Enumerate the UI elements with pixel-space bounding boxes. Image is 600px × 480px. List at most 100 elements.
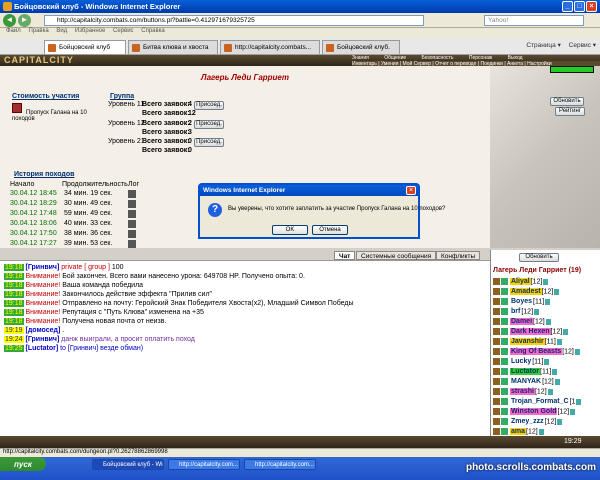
user-name[interactable]: Trojan_Format_C — [510, 398, 570, 405]
menu-file[interactable]: Файл — [6, 28, 21, 34]
info-icon[interactable] — [543, 278, 549, 285]
private-icon[interactable] — [493, 298, 500, 305]
chat-author[interactable]: [Гринвич] — [25, 264, 59, 271]
user-name[interactable]: King Of Beasts — [510, 348, 563, 356]
online-user[interactable]: King Of Beasts[12] — [493, 348, 580, 358]
tab-capitalcity[interactable]: http://capitalcity.combats... — [220, 40, 320, 54]
log-icon[interactable] — [128, 230, 136, 238]
tab-beak-tail[interactable]: Битва клюва и хвоста — [128, 40, 218, 54]
log-icon[interactable] — [128, 200, 136, 208]
user-name[interactable]: Luctator — [510, 368, 540, 376]
menu-edit[interactable]: Правка — [28, 28, 48, 34]
online-user[interactable]: Zmey_zzz[12] — [493, 418, 563, 428]
maximize-button[interactable]: □ — [574, 1, 585, 12]
tools-menu[interactable]: Сервис — [569, 42, 591, 49]
private-icon[interactable] — [493, 288, 500, 295]
user-name[interactable]: Lucky — [510, 358, 532, 365]
online-user[interactable]: Javanshir[11] — [493, 338, 562, 348]
online-user[interactable]: Trojan_Format_C[1 — [493, 398, 582, 408]
user-name[interactable]: Damei — [510, 318, 534, 326]
task-capitalcity-2[interactable]: http://capitalcity.com... — [244, 459, 316, 470]
private-icon[interactable] — [493, 338, 500, 345]
menu-help[interactable]: Справка — [141, 28, 165, 34]
info-icon[interactable] — [538, 428, 544, 435]
user-name[interactable]: brf — [510, 308, 521, 315]
menu-view[interactable]: Вид — [56, 28, 67, 34]
private-icon[interactable] — [493, 328, 500, 335]
join-group-button[interactable]: Присоед. — [194, 101, 224, 110]
user-name[interactable]: Winston Gold — [510, 408, 558, 416]
tab-conflicts[interactable]: Конфликты — [436, 251, 481, 260]
tab-chat[interactable]: Чат — [334, 251, 356, 260]
tab-fight-club[interactable]: Бойцовский клуб — [44, 40, 126, 54]
online-user[interactable]: Winston Gold[12] — [493, 408, 576, 418]
log-icon[interactable] — [128, 220, 136, 228]
info-icon[interactable] — [547, 388, 553, 395]
info-icon[interactable] — [574, 348, 580, 355]
private-icon[interactable] — [493, 398, 500, 405]
private-icon[interactable] — [493, 428, 500, 435]
private-icon[interactable] — [493, 308, 500, 315]
task-fight-club[interactable]: Бойцовский клуб - Win... — [92, 459, 164, 470]
private-icon[interactable] — [493, 348, 500, 355]
search-input[interactable]: Yahoo! — [484, 15, 584, 26]
chat-author[interactable]: [Luctator] — [25, 345, 58, 352]
private-icon[interactable] — [493, 388, 500, 395]
back-button[interactable]: ◄ — [3, 14, 16, 27]
info-icon[interactable] — [570, 408, 576, 415]
online-user[interactable]: Luctator[11] — [493, 368, 558, 378]
join-group-button[interactable]: Присоед. — [194, 120, 224, 129]
dialog-close-button[interactable]: × — [406, 186, 416, 195]
chat-update-button[interactable]: Обновить — [519, 253, 559, 262]
info-icon[interactable] — [552, 368, 558, 375]
info-icon[interactable] — [557, 418, 563, 425]
private-icon[interactable] — [493, 378, 500, 385]
menu-favorites[interactable]: Избранное — [75, 28, 105, 34]
info-icon[interactable] — [545, 298, 551, 305]
private-icon[interactable] — [493, 368, 500, 375]
task-capitalcity-1[interactable]: http://capitalcity.com... — [168, 459, 240, 470]
page-menu[interactable]: Страница — [526, 42, 555, 49]
log-icon[interactable] — [128, 210, 136, 218]
minimize-button[interactable]: _ — [562, 1, 573, 12]
cancel-button[interactable]: Отмена — [312, 225, 348, 235]
online-user[interactable]: MANYAK[12] — [493, 378, 560, 388]
private-icon[interactable] — [493, 318, 500, 325]
user-name[interactable]: Boyes — [510, 298, 533, 305]
info-icon[interactable] — [556, 338, 562, 345]
user-name[interactable]: Zmey_zzz — [510, 418, 545, 425]
close-button[interactable]: × — [586, 1, 597, 12]
info-icon[interactable] — [544, 358, 550, 365]
info-icon[interactable] — [563, 328, 569, 335]
user-name[interactable]: Javanshir — [510, 338, 545, 346]
info-icon[interactable] — [554, 288, 560, 295]
private-icon[interactable] — [493, 278, 500, 285]
info-icon[interactable] — [576, 398, 582, 405]
user-name[interactable]: ama — [510, 428, 527, 436]
info-icon[interactable] — [545, 318, 551, 325]
chat-author[interactable]: [домосед] — [25, 327, 60, 334]
user-name[interactable]: MANYAK — [510, 378, 542, 385]
start-button[interactable]: пуск — [0, 457, 46, 471]
user-name[interactable]: Aliyal — [510, 278, 531, 286]
online-user[interactable]: brf[12] — [493, 308, 540, 318]
log-icon[interactable] — [128, 240, 136, 248]
user-name[interactable]: Amadest — [510, 288, 542, 296]
online-user[interactable]: Damei[12] — [493, 318, 551, 328]
online-user[interactable]: Aliyal[12] — [493, 278, 549, 288]
online-user[interactable]: Dark Hexen[12] — [493, 328, 569, 338]
online-user[interactable]: strashi[12] — [493, 388, 553, 398]
private-icon[interactable] — [493, 358, 500, 365]
url-input[interactable]: http://capitalcity.combats.com/buttons.p… — [44, 15, 424, 26]
update-button[interactable]: Обновить — [550, 97, 584, 106]
private-icon[interactable] — [493, 408, 500, 415]
forward-button[interactable]: ► — [18, 14, 31, 27]
ok-button[interactable]: OK — [272, 225, 308, 235]
online-user[interactable]: Lucky[11] — [493, 358, 550, 368]
private-icon[interactable] — [493, 418, 500, 425]
online-user[interactable]: Boyes[11] — [493, 298, 551, 308]
info-icon[interactable] — [554, 378, 560, 385]
info-icon[interactable] — [534, 308, 540, 315]
tab-system-messages[interactable]: Системные сообщения — [356, 251, 437, 260]
user-name[interactable]: Dark Hexen — [510, 328, 551, 336]
